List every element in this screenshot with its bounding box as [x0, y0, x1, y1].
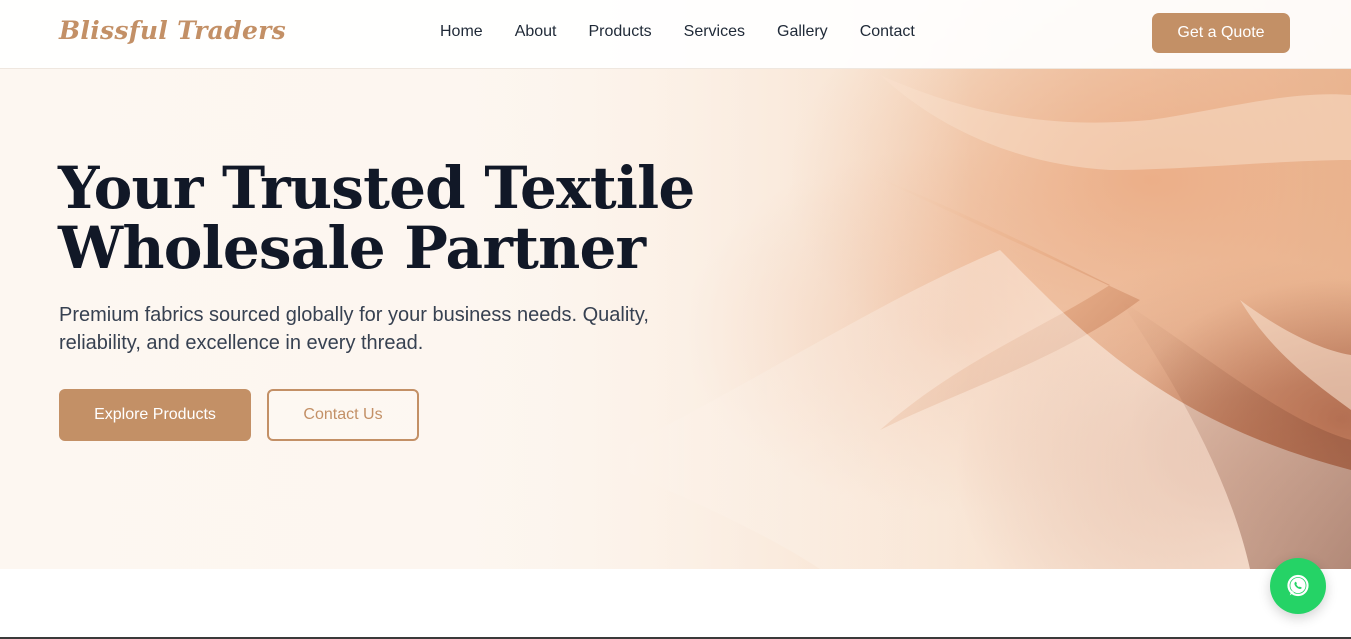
nav-services[interactable]: Services	[684, 23, 745, 41]
nav-contact[interactable]: Contact	[860, 23, 915, 41]
nav-products[interactable]: Products	[589, 23, 652, 41]
page: Your Trusted Textile Wholesale Partner P…	[0, 0, 1351, 639]
brand-logo[interactable]: Blissful Traders	[59, 16, 286, 45]
get-quote-button[interactable]: Get a Quote	[1152, 13, 1290, 53]
whatsapp-chat-button[interactable]	[1270, 558, 1326, 614]
nav-home[interactable]: Home	[440, 23, 483, 41]
navbar: Blissful Traders Home About Products Ser…	[0, 0, 1351, 69]
whatsapp-icon	[1287, 574, 1309, 597]
hero-subtitle: Premium fabrics sourced globally for you…	[59, 304, 649, 354]
nav-about[interactable]: About	[515, 23, 557, 41]
nav-gallery[interactable]: Gallery	[777, 23, 828, 41]
main-nav: Home About Products Services Gallery Con…	[440, 23, 947, 41]
hero-title: Your Trusted Textile Wholesale Partner	[58, 154, 695, 282]
hero-section: Your Trusted Textile Wholesale Partner P…	[0, 0, 1351, 569]
hero-overlay	[0, 0, 1351, 569]
contact-us-button[interactable]: Contact Us	[267, 389, 419, 441]
explore-products-button[interactable]: Explore Products	[59, 389, 251, 441]
